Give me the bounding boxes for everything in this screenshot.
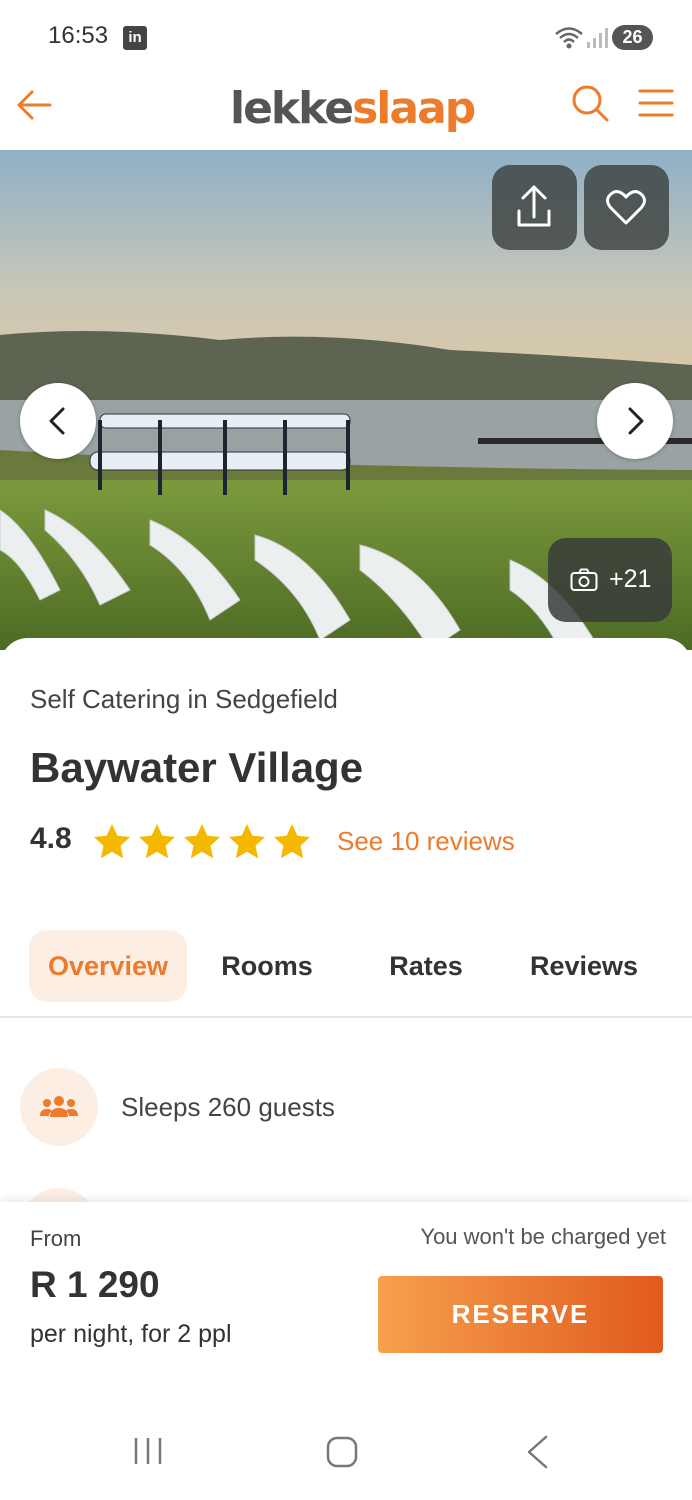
charge-note: You won't be charged yet xyxy=(420,1224,666,1249)
linkedin-icon: in xyxy=(123,26,147,50)
photo-count-button[interactable]: +21 xyxy=(548,538,672,622)
guests-icon xyxy=(20,1068,98,1146)
wifi-icon xyxy=(555,27,583,49)
recent-apps-icon[interactable] xyxy=(132,1436,164,1466)
system-navigation-bar xyxy=(0,1412,692,1500)
camera-icon xyxy=(570,568,598,591)
logo-part-2: slaap xyxy=(352,83,476,134)
star-icon xyxy=(94,824,130,859)
logo-part-1: lekke xyxy=(230,83,354,134)
previous-photo-button[interactable] xyxy=(20,383,96,459)
home-icon[interactable] xyxy=(326,1436,358,1468)
price-unit: per night, for 2 ppl xyxy=(30,1320,232,1348)
star-icon xyxy=(274,824,310,859)
signal-icon xyxy=(587,28,608,48)
star-icon xyxy=(229,824,265,859)
back-arrow-icon[interactable] xyxy=(14,85,54,125)
status-bar: 16:53 in 26 xyxy=(0,0,692,75)
from-label: From xyxy=(30,1226,82,1251)
logo[interactable]: lekkeslaap xyxy=(230,83,476,134)
chevron-right-icon xyxy=(628,407,644,435)
top-nav: lekkeslaap xyxy=(0,75,692,150)
status-time: 16:53 xyxy=(48,22,109,49)
battery-icon: 26 xyxy=(612,25,653,50)
search-icon[interactable] xyxy=(570,83,610,123)
next-photo-button[interactable] xyxy=(597,383,673,459)
hamburger-menu-icon[interactable] xyxy=(638,87,674,119)
star-icon xyxy=(139,824,175,859)
star-icon xyxy=(184,824,220,859)
chevron-left-icon xyxy=(49,407,65,435)
share-button[interactable] xyxy=(492,165,577,250)
hero-gallery[interactable]: +21 xyxy=(0,150,692,650)
tab-rates[interactable]: Rates xyxy=(360,930,492,1002)
feature-sleeps: Sleeps 260 guests xyxy=(20,1068,680,1148)
tab-reviews[interactable]: Reviews xyxy=(515,930,653,1002)
photo-count: +21 xyxy=(609,565,652,593)
price: R 1 290 xyxy=(30,1264,160,1305)
property-category: Self Catering in Sedgefield xyxy=(30,684,338,714)
rating-stars xyxy=(92,822,317,862)
system-back-icon[interactable] xyxy=(524,1434,550,1470)
property-name: Baywater Village xyxy=(30,744,364,791)
tab-overview[interactable]: Overview xyxy=(29,930,187,1002)
heart-icon xyxy=(606,190,646,225)
reserve-button[interactable]: RESERVE xyxy=(378,1276,663,1353)
see-reviews-link[interactable]: See 10 reviews xyxy=(337,826,515,857)
tab-rooms[interactable]: Rooms xyxy=(200,930,334,1002)
booking-bar: From R 1 290 per night, for 2 ppl You wo… xyxy=(0,1202,692,1412)
share-icon xyxy=(517,185,551,227)
rating-value: 4.8 xyxy=(30,822,72,855)
feature-text: Sleeps 260 guests xyxy=(121,1092,335,1122)
favorite-button[interactable] xyxy=(584,165,669,250)
tab-bar: Overview Rooms Rates Reviews xyxy=(0,930,692,1018)
